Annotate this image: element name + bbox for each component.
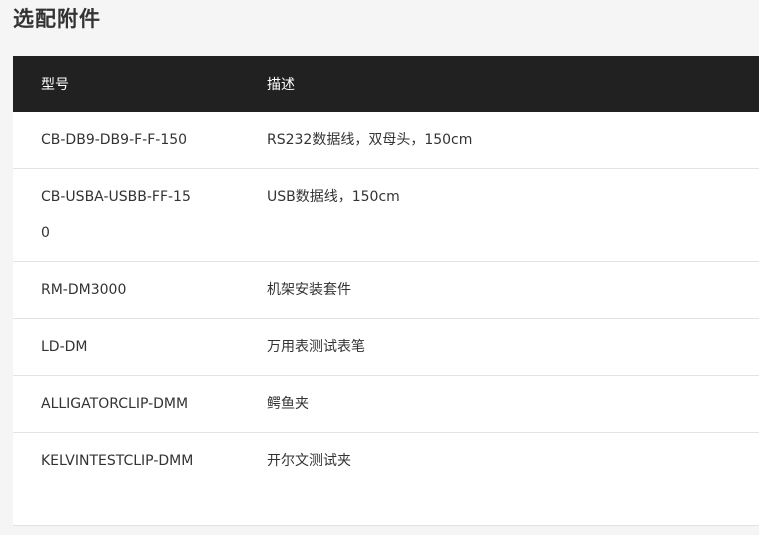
description-cell: 机架安装套件 <box>267 282 351 298</box>
description-cell: RS232数据线，双母头，150cm <box>267 132 473 148</box>
description-cell: 鳄鱼夹 <box>267 396 309 412</box>
table-row: CB-USBA-USBB-FF-150 USB数据线，150cm <box>13 169 759 262</box>
accessories-table: 型号 描述 CB-DB9-DB9-F-F-150 RS232数据线，双母头，15… <box>13 56 759 526</box>
model-cell: CB-DB9-DB9-F-F-150 <box>41 132 188 148</box>
page-title: 选配附件 <box>13 7 101 31</box>
model-cell: RM-DM3000 <box>41 282 127 298</box>
model-cell: CB-USBA-USBB-FF-150 <box>41 189 191 241</box>
model-cell: LD-DM <box>41 339 88 355</box>
table-row: KELVINTESTCLIP-DMM 开尔文测试夹 <box>13 433 759 526</box>
header-model: 型号 <box>41 77 69 93</box>
description-cell: USB数据线，150cm <box>267 189 400 205</box>
header-description: 描述 <box>267 77 295 93</box>
model-cell: KELVINTESTCLIP-DMM <box>41 453 194 469</box>
model-cell: ALLIGATORCLIP-DMM <box>41 396 189 412</box>
description-cell: 开尔文测试夹 <box>267 453 351 469</box>
description-cell: 万用表测试表笔 <box>267 339 365 355</box>
